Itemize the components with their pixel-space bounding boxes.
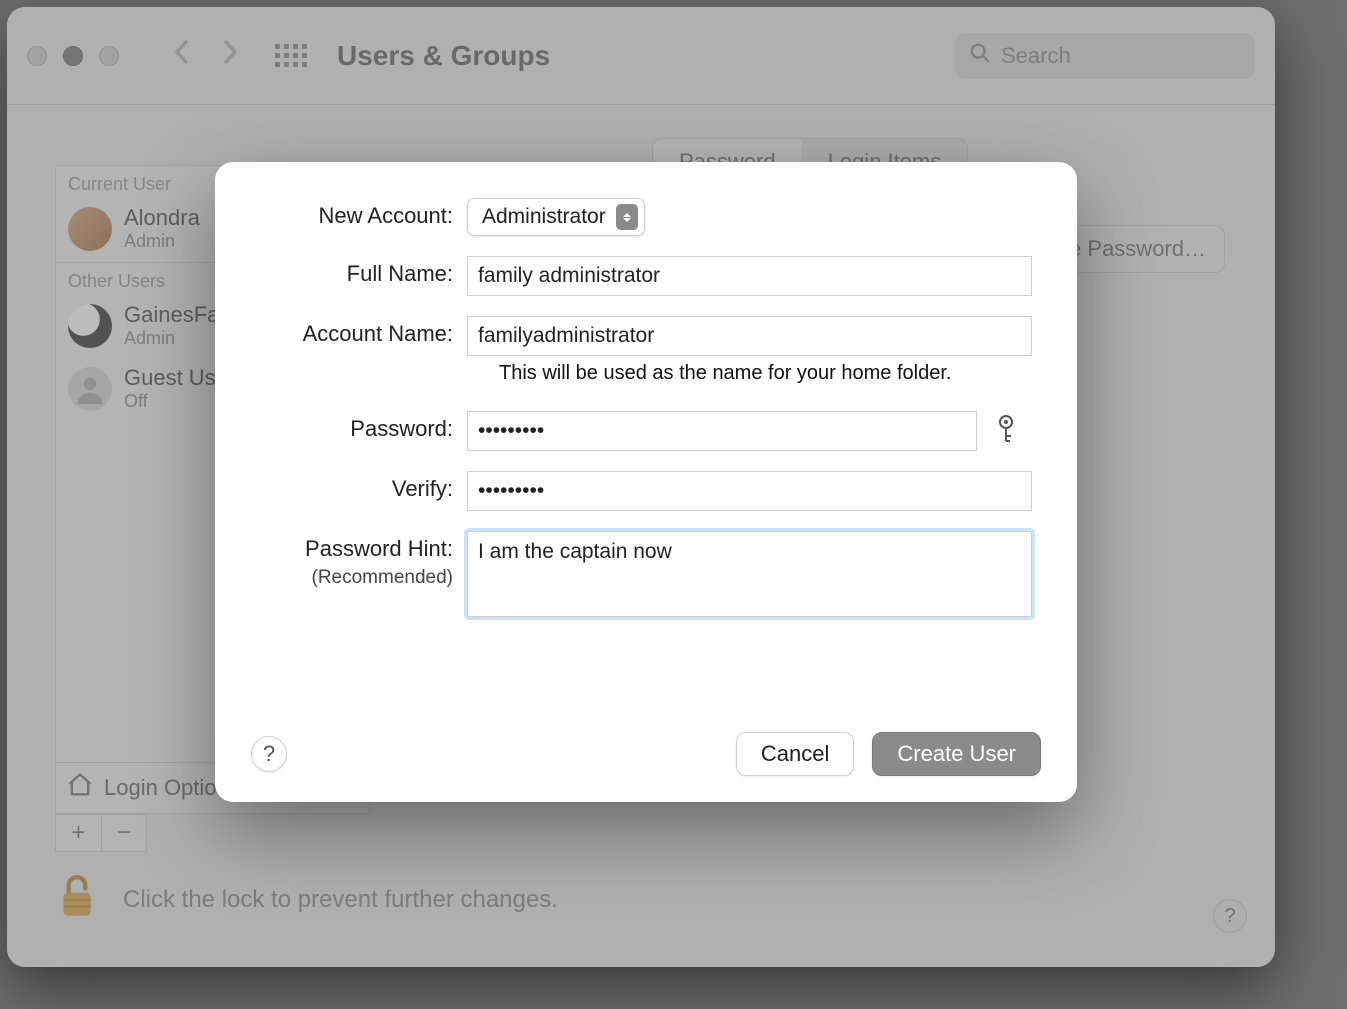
password-hint-input[interactable] [467, 531, 1032, 617]
label-account-name: Account Name: [251, 316, 467, 352]
key-icon[interactable] [995, 414, 1017, 449]
label-new-account: New Account: [251, 198, 467, 234]
account-name-helper: This will be used as the name for your h… [499, 362, 1041, 385]
label-verify: Verify: [251, 471, 467, 507]
create-user-button[interactable]: Create User [872, 732, 1041, 776]
sheet-button-bar: Cancel Create User [736, 732, 1041, 776]
chevron-up-down-icon [616, 204, 638, 230]
account-name-input[interactable] [467, 316, 1032, 356]
label-password: Password: [251, 411, 467, 447]
label-password-hint: Password Hint: (Recommended) [251, 531, 467, 589]
verify-password-input[interactable] [467, 471, 1032, 511]
password-input[interactable] [467, 411, 977, 451]
preferences-window: Users & Groups Search Password Login Ite… [7, 7, 1275, 967]
full-name-input[interactable] [467, 256, 1032, 296]
new-user-sheet: New Account: Administrator Full Name: Ac… [215, 162, 1077, 802]
cancel-button[interactable]: Cancel [736, 732, 854, 776]
account-type-value: Administrator [482, 205, 606, 229]
account-type-popup[interactable]: Administrator [467, 198, 645, 236]
label-full-name: Full Name: [251, 256, 467, 292]
sheet-help-button[interactable]: ? [251, 736, 287, 772]
